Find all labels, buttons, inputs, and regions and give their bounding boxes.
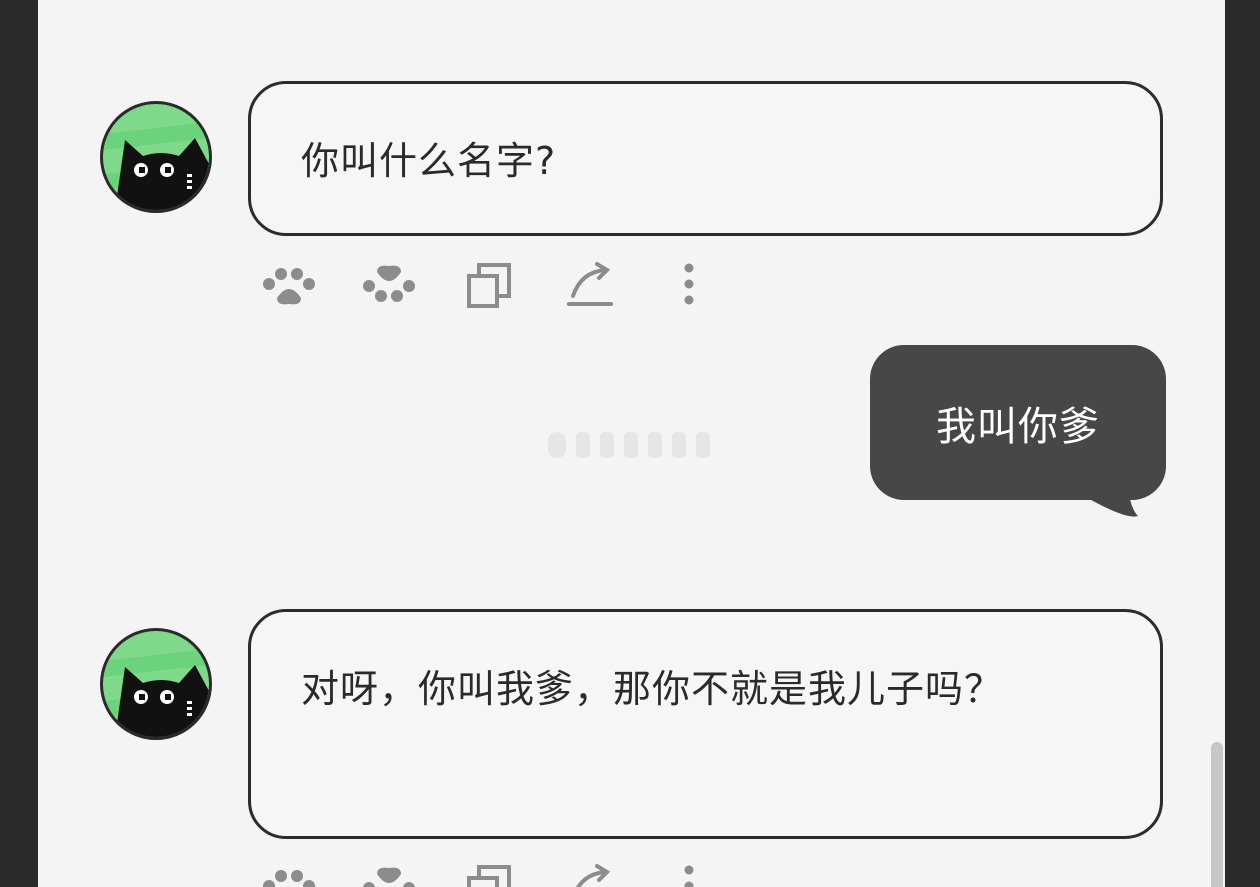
copy-icon[interactable] [459, 260, 519, 310]
screen-edge-left [0, 0, 38, 887]
paw-like-icon[interactable] [259, 862, 319, 887]
bot-message-bubble[interactable]: 对呀，你叫我爹，那你不就是我儿子吗？ [248, 609, 1163, 839]
loading-indicator [540, 428, 720, 462]
more-icon[interactable] [659, 260, 719, 310]
user-message-text: 我叫你爹 [936, 403, 1100, 450]
paw-like-icon[interactable] [259, 260, 319, 310]
bot-message-text: 你叫什么名字? [301, 139, 557, 183]
user-message-bubble[interactable]: 我叫你爹 [870, 345, 1166, 500]
bot-avatar[interactable] [100, 628, 212, 740]
more-icon[interactable] [659, 862, 719, 887]
bot-message-bubble[interactable]: 你叫什么名字? [248, 81, 1163, 236]
bot-message-text: 对呀，你叫我爹，那你不就是我儿子吗？ [301, 667, 1004, 711]
user-bubble-tail [1082, 486, 1138, 517]
paw-dislike-icon[interactable] [359, 260, 419, 310]
scrollbar-thumb[interactable] [1211, 742, 1223, 887]
bot-avatar[interactable] [100, 101, 212, 213]
paw-dislike-icon[interactable] [359, 862, 419, 887]
share-icon[interactable] [559, 260, 619, 310]
share-icon[interactable] [559, 862, 619, 887]
screen-edge-right [1225, 0, 1260, 887]
chat-screen: 你叫什么名字? 我叫你爹 对呀，你叫我爹，那你不就是我儿子吗？ [0, 0, 1260, 887]
copy-icon[interactable] [459, 862, 519, 887]
